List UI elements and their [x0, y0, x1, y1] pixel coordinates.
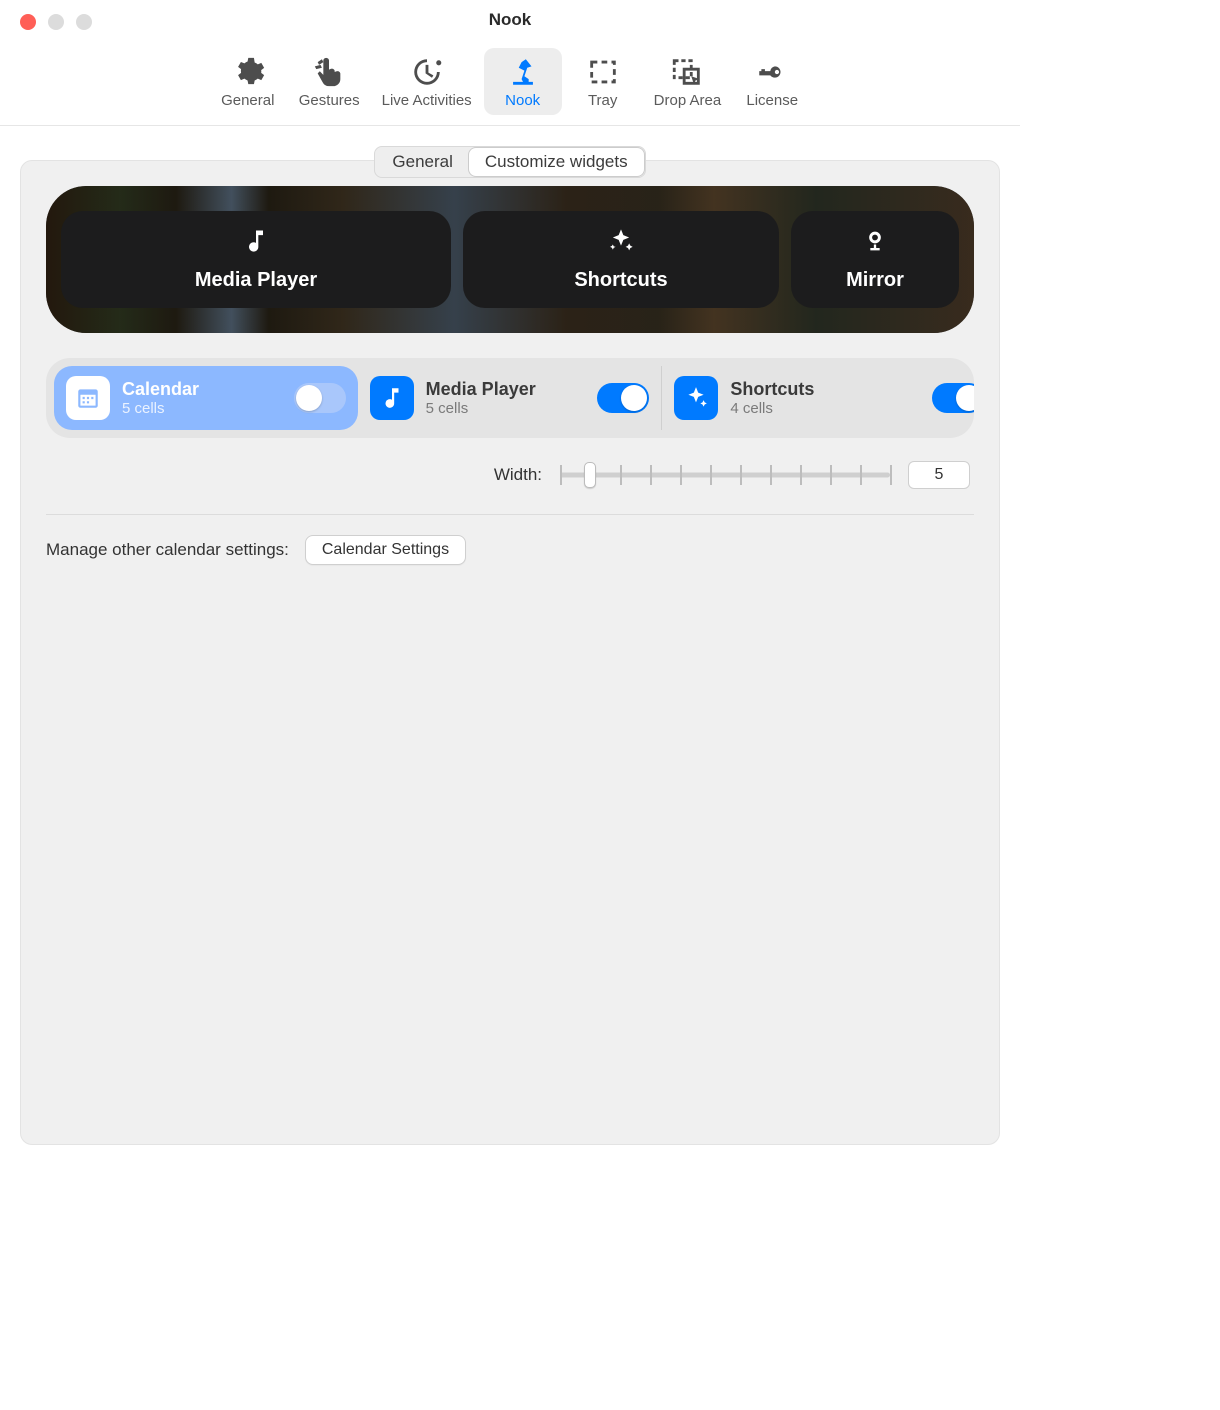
window-title: Nook [489, 10, 532, 30]
tab-label: Gestures [299, 92, 360, 109]
tab-license[interactable]: License [733, 48, 811, 115]
tab-label: Live Activities [382, 92, 472, 109]
close-window-button[interactable] [20, 14, 36, 30]
calendar-icon [66, 376, 110, 420]
calendar-settings-label: Manage other calendar settings: [46, 540, 289, 560]
live-activities-icon [410, 54, 444, 90]
gear-icon [231, 54, 265, 90]
widget-title: Shortcuts [730, 379, 920, 400]
preferences-toolbar: General Gestures Live Activities Nook Tr… [0, 44, 1020, 126]
preview-tile-media-player[interactable]: Media Player [61, 211, 451, 308]
tab-gestures[interactable]: Gestures [289, 48, 370, 115]
width-label: Width: [494, 465, 542, 485]
width-row: Width: 5 [46, 460, 974, 515]
gesture-icon [312, 54, 346, 90]
width-slider[interactable] [560, 460, 890, 490]
subtab-segmented-control: General Customize widgets [374, 146, 645, 178]
widget-title: Media Player [426, 379, 586, 400]
widget-subtitle: 4 cells [730, 400, 920, 417]
content: General Customize widgets Media Player S… [0, 126, 1020, 1165]
tab-tray[interactable]: Tray [564, 48, 642, 115]
preview-tile-shortcuts[interactable]: Shortcuts [463, 211, 779, 308]
widget-subtitle: 5 cells [426, 400, 586, 417]
preview-tile-label: Mirror [846, 269, 904, 292]
nook-lamp-icon [506, 54, 540, 90]
tab-label: Tray [588, 92, 617, 109]
widget-list: Calendar 5 cells Media Player 5 cells [46, 358, 974, 438]
preview-tile-mirror[interactable]: Mirror [791, 211, 959, 308]
widget-card-calendar[interactable]: Calendar 5 cells [54, 366, 358, 430]
tab-nook[interactable]: Nook [484, 48, 562, 115]
customize-panel: Media Player Shortcuts Mirror [20, 160, 1000, 1145]
drop-area-icon [670, 54, 704, 90]
widget-title: Calendar [122, 379, 282, 400]
calendar-settings-row: Manage other calendar settings: Calendar… [46, 535, 974, 565]
widget-card-shortcuts[interactable]: Shortcuts 4 cells [662, 366, 966, 430]
zoom-window-button[interactable] [76, 14, 92, 30]
widget-toggle-shortcuts[interactable] [932, 383, 974, 413]
music-note-icon [242, 227, 270, 261]
tray-icon [586, 54, 620, 90]
tab-general[interactable]: General [209, 48, 287, 115]
slider-thumb[interactable] [584, 462, 596, 488]
subtab-general[interactable]: General [376, 148, 468, 176]
width-value-field[interactable]: 5 [908, 461, 970, 489]
camera-icon [861, 227, 889, 261]
tab-label: License [746, 92, 798, 109]
tab-label: Drop Area [654, 92, 722, 109]
widget-subtitle: 5 cells [122, 400, 282, 417]
widget-card-media-player[interactable]: Media Player 5 cells [358, 366, 663, 430]
calendar-settings-button[interactable]: Calendar Settings [305, 535, 466, 565]
tab-drop-area[interactable]: Drop Area [644, 48, 732, 115]
titlebar: Nook [0, 0, 1020, 44]
sparkle-icon [607, 227, 635, 261]
nook-preview: Media Player Shortcuts Mirror [46, 186, 974, 333]
widget-toggle-media-player[interactable] [597, 383, 649, 413]
widget-toggle-calendar[interactable] [294, 383, 346, 413]
subtab-customize-widgets[interactable]: Customize widgets [469, 148, 644, 176]
tab-live-activities[interactable]: Live Activities [372, 48, 482, 115]
tab-label: General [221, 92, 274, 109]
window-controls [20, 14, 92, 30]
sparkle-icon [674, 376, 718, 420]
music-note-icon [370, 376, 414, 420]
preview-tile-label: Shortcuts [574, 269, 667, 292]
preview-tile-label: Media Player [195, 269, 317, 292]
key-icon [755, 54, 789, 90]
minimize-window-button[interactable] [48, 14, 64, 30]
tab-label: Nook [505, 92, 540, 109]
